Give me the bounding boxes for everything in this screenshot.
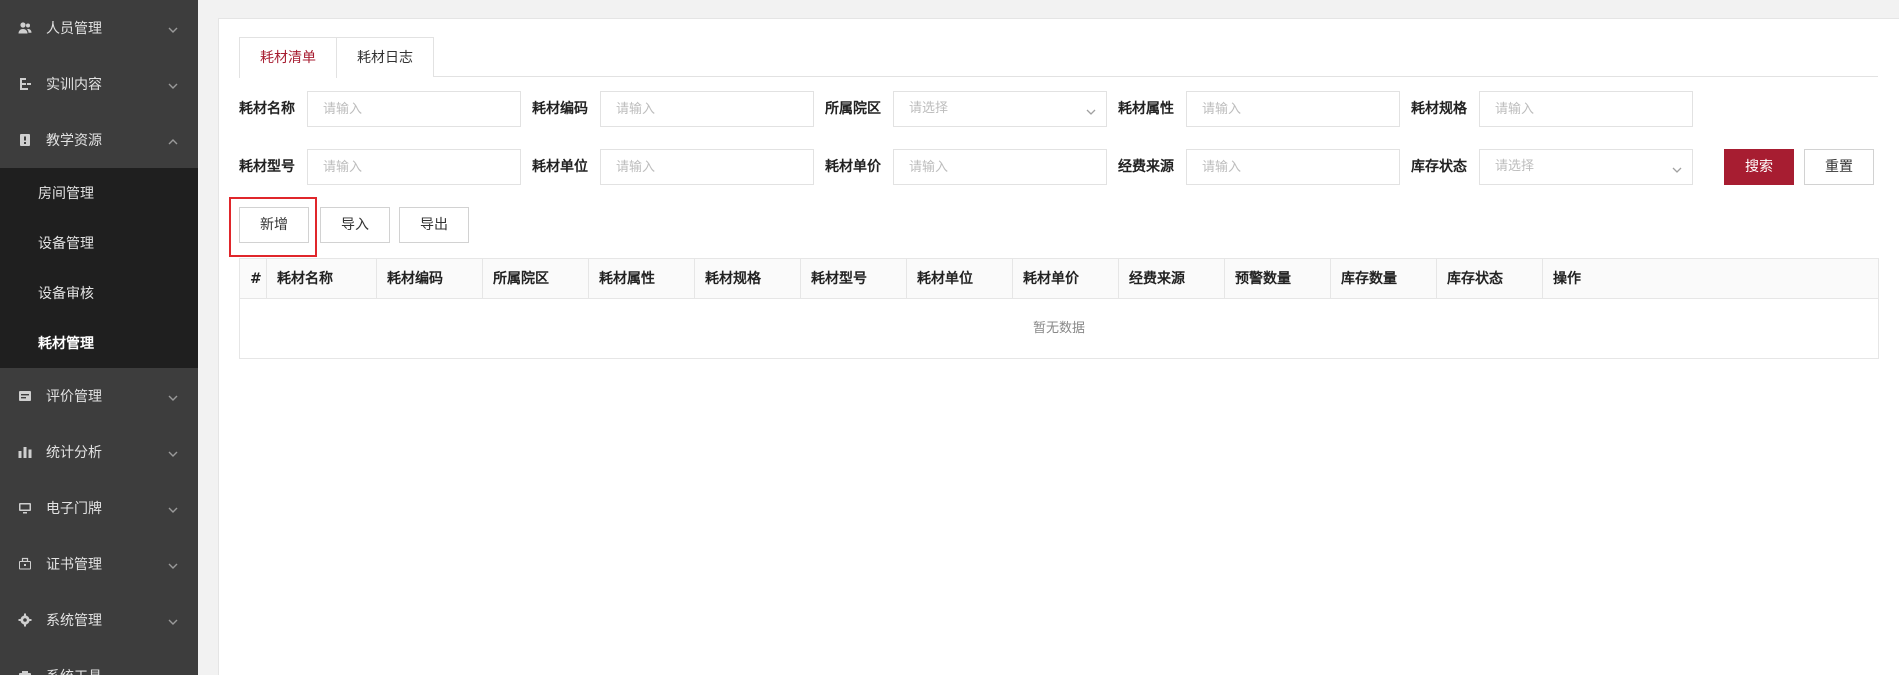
main-panel: 耗材清单 耗材日志 耗材名称 耗材编码 所属院区 请选择 耗材属性 耗材规格 — [218, 18, 1899, 675]
sidebar-item-door-sign[interactable]: 电子门牌 — [0, 480, 198, 536]
sidebar-item-label: 实训内容 — [46, 77, 102, 93]
bar-chart-icon — [18, 445, 32, 459]
filter-row-1: 耗材名称 耗材编码 所属院区 请选择 耗材属性 耗材规格 — [239, 91, 1899, 127]
empty-state: 暂无数据 — [1032, 321, 1085, 336]
tab-bar: 耗材清单 耗材日志 — [239, 37, 1878, 78]
sidebar-item-tools[interactable]: 系统工具 — [0, 648, 198, 675]
select-placeholder: 请选择 — [1495, 159, 1535, 174]
chevron-down-icon — [168, 503, 178, 513]
model-input[interactable] — [307, 149, 521, 185]
column-header: 耗材单价 — [1013, 259, 1119, 299]
sidebar-item-label: 证书管理 — [46, 557, 102, 573]
spec-input[interactable] — [1479, 91, 1693, 127]
chevron-up-icon — [168, 135, 178, 145]
fund-source-input[interactable] — [1186, 149, 1400, 185]
sidebar-item-personnel[interactable]: 人员管理 — [0, 0, 198, 56]
export-button[interactable]: 导出 — [399, 207, 469, 243]
sidebar-item-certificates[interactable]: 证书管理 — [0, 536, 198, 592]
rating-icon — [18, 389, 32, 403]
name-input[interactable] — [307, 91, 521, 127]
field-label: 耗材规格 — [1411, 101, 1467, 117]
tool-icon — [18, 669, 32, 675]
select-placeholder: 请选择 — [909, 101, 949, 116]
users-icon — [18, 21, 32, 35]
field-label: 耗材编码 — [532, 101, 588, 117]
tab-consumables-list[interactable]: 耗材清单 — [239, 37, 337, 78]
sidebar-item-label: 电子门牌 — [46, 501, 102, 517]
sidebar-subitem-consumables[interactable]: 耗材管理 — [0, 318, 198, 368]
field-label: 所属院区 — [825, 101, 881, 117]
sidebar-item-system[interactable]: 系统管理 — [0, 592, 198, 648]
column-header: 耗材编码 — [377, 259, 483, 299]
column-header: 预警数量 — [1225, 259, 1331, 299]
sidebar-item-label: 系统工具 — [46, 666, 102, 675]
column-header: 耗材名称 — [267, 259, 377, 299]
sidebar-item-teaching-resources[interactable]: 教学资源 — [0, 112, 198, 168]
chevron-down-icon — [1086, 105, 1096, 115]
unit-input[interactable] — [600, 149, 814, 185]
price-input[interactable] — [893, 149, 1107, 185]
sidebar-item-training[interactable]: 实训内容 — [0, 56, 198, 112]
column-header: 库存数量 — [1331, 259, 1437, 299]
sidebar-item-label: 评价管理 — [46, 389, 102, 405]
sidebar: 人员管理 实训内容 教学资源 房间管理 设备管理 设备审核 耗材管理 评价管理 … — [0, 0, 198, 675]
column-header: 耗材单位 — [907, 259, 1013, 299]
field-label: 耗材型号 — [239, 159, 295, 175]
code-input[interactable] — [600, 91, 814, 127]
column-header: 操作 — [1553, 271, 1581, 287]
search-button[interactable]: 搜索 — [1724, 149, 1794, 185]
column-header: # — [240, 259, 267, 299]
clipboard-icon — [18, 77, 32, 91]
import-button[interactable]: 导入 — [320, 207, 390, 243]
chevron-down-icon — [168, 615, 178, 625]
chevron-down-icon — [168, 79, 178, 89]
field-label: 耗材单位 — [532, 159, 588, 175]
field-label: 耗材单价 — [825, 159, 881, 175]
sidebar-item-label: 系统管理 — [46, 613, 102, 629]
column-header: 耗材型号 — [801, 259, 907, 299]
highlight-box — [229, 197, 317, 257]
column-header: 经费来源 — [1119, 259, 1225, 299]
monitor-icon — [18, 501, 32, 515]
column-header: 耗材属性 — [589, 259, 695, 299]
filter-row-2: 耗材型号 耗材单位 耗材单价 经费来源 库存状态 请选择 搜索 重置 — [239, 149, 1899, 185]
attribute-input[interactable] — [1186, 91, 1400, 127]
sidebar-item-evaluation[interactable]: 评价管理 — [0, 368, 198, 424]
chevron-down-icon — [1672, 163, 1682, 173]
sidebar-subitem-devices[interactable]: 设备管理 — [0, 218, 198, 268]
consumables-table: # 耗材名称 耗材编码 所属院区 耗材属性 耗材规格 耗材型号 耗材单位 耗材单… — [239, 258, 1879, 359]
briefcase-icon — [18, 557, 32, 571]
field-label: 耗材属性 — [1118, 101, 1174, 117]
field-label: 经费来源 — [1118, 159, 1174, 175]
chevron-down-icon — [168, 559, 178, 569]
tab-consumables-log[interactable]: 耗材日志 — [336, 37, 434, 77]
field-label: 库存状态 — [1411, 159, 1467, 175]
book-icon — [18, 133, 32, 147]
stock-status-select[interactable]: 请选择 — [1479, 149, 1693, 185]
sidebar-item-label: 统计分析 — [46, 445, 102, 461]
sidebar-subitem-device-review[interactable]: 设备审核 — [0, 268, 198, 318]
column-header: 所属院区 — [483, 259, 589, 299]
column-header: 耗材规格 — [695, 259, 801, 299]
gear-icon — [18, 613, 32, 627]
field-label: 耗材名称 — [239, 101, 295, 117]
campus-select[interactable]: 请选择 — [893, 91, 1107, 127]
sidebar-item-label: 教学资源 — [46, 133, 102, 149]
sidebar-submenu: 房间管理 设备管理 设备审核 耗材管理 — [0, 168, 198, 368]
table-header: # 耗材名称 耗材编码 所属院区 耗材属性 耗材规格 耗材型号 耗材单位 耗材单… — [240, 259, 1878, 299]
reset-button[interactable]: 重置 — [1804, 149, 1874, 185]
sidebar-item-label: 人员管理 — [46, 21, 102, 37]
sidebar-subitem-rooms[interactable]: 房间管理 — [0, 168, 198, 218]
chevron-down-icon — [168, 447, 178, 457]
chevron-down-icon — [168, 391, 178, 401]
chevron-down-icon — [168, 671, 178, 675]
chevron-down-icon — [168, 23, 178, 33]
column-header: 库存状态 — [1437, 259, 1543, 299]
sidebar-item-statistics[interactable]: 统计分析 — [0, 424, 198, 480]
